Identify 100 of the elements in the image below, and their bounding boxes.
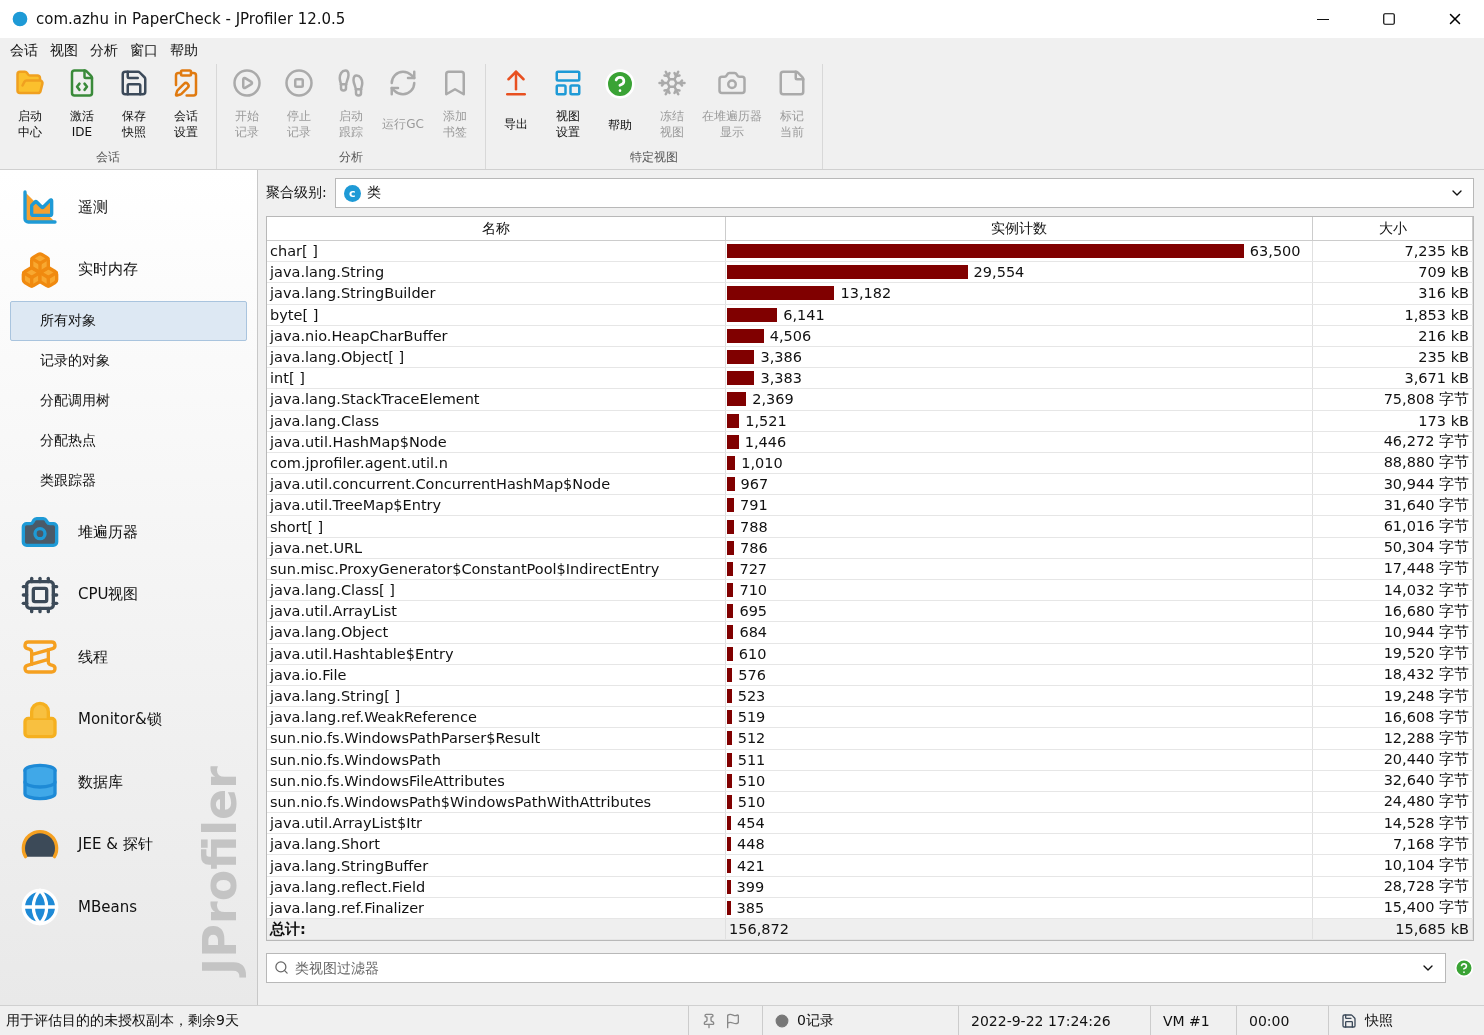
menu-item[interactable]: 视图: [44, 42, 84, 60]
toolbar-button[interactable]: 视图 设置: [542, 64, 594, 149]
menu-item[interactable]: 分析: [84, 42, 124, 60]
table-cell: java.util.TreeMap$Entry: [267, 495, 726, 516]
table-cell: 63,500: [1249, 243, 1301, 260]
table-cell: java.lang.StringBuffer: [267, 855, 726, 876]
table-cell: java.util.ArrayList$Itr: [267, 813, 726, 834]
table-cell: char[ ]: [267, 241, 726, 262]
filter-field[interactable]: 类视图过滤器: [266, 953, 1446, 984]
snapshot-label[interactable]: 快照: [1365, 1011, 1393, 1030]
table-cell: 1,446: [744, 433, 787, 450]
datetime-text: 2022-9-22 17:24:26: [971, 1012, 1111, 1029]
table-cell: 28,728 字节: [1313, 876, 1473, 897]
sidebar-subitem[interactable]: 分配调用树: [10, 381, 247, 421]
table-cell: 7,168 字节: [1313, 834, 1473, 855]
toolbar-button[interactable]: 保存 快照: [108, 64, 160, 149]
table-cell: java.lang.String[ ]: [267, 685, 726, 707]
sidebar-item[interactable]: MBeans: [10, 876, 145, 939]
aggregation-dropdown[interactable]: c 类: [334, 178, 1474, 208]
elapsed-time: 00:00: [1249, 1012, 1290, 1029]
table-cell: java.net.URL: [267, 537, 726, 558]
table-cell: int[ ]: [267, 368, 726, 389]
table-cell: 61,016 字节: [1313, 516, 1473, 537]
help-icon[interactable]: [1454, 958, 1474, 979]
table-cell: 14,032 字节: [1313, 580, 1473, 601]
sidebar-subitem[interactable]: 分配热点: [10, 421, 247, 461]
search-icon: [274, 960, 289, 976]
table-cell: 385: [736, 899, 765, 916]
toolbar-button[interactable]: 帮助: [594, 64, 646, 149]
menu-item[interactable]: 会话: [4, 42, 44, 60]
table-cell: 1,853 kB: [1313, 304, 1473, 325]
table-cell: short[ ]: [267, 516, 726, 537]
footprints-icon: [336, 68, 366, 98]
sidebar-subitem[interactable]: 记录的对象: [10, 341, 247, 381]
stop-icon: [284, 68, 314, 98]
sidebar-item[interactable]: 堆遍历器: [10, 501, 146, 564]
table-cell: 24,480 字节: [1313, 791, 1473, 813]
table-cell: 15,400 字节: [1313, 897, 1473, 918]
cubes-icon: [20, 249, 60, 290]
table-cell: 75,808 字节: [1313, 389, 1473, 410]
group-label: 特定视图: [629, 149, 679, 166]
license-message: 用于评估目的的未授权副本，剩余9天: [5, 1011, 240, 1030]
table-cell: sun.nio.fs.WindowsPath$WindowsPathWithAttributes: [267, 791, 726, 813]
aggregation-label: 聚合级别:: [266, 184, 327, 202]
table-cell: 30,944 字节: [1313, 474, 1473, 495]
table-cell: byte[ ]: [267, 304, 726, 325]
table-cell: 16,608 字节: [1313, 707, 1473, 728]
flag-icon[interactable]: [725, 1012, 741, 1029]
vm-label: VM #1: [1163, 1012, 1210, 1029]
table-cell: java.util.HashMap$Node: [267, 431, 726, 452]
table-cell: com.jprofiler.agent.util.n: [267, 452, 726, 474]
sidebar-item[interactable]: Monitor&锁: [10, 688, 170, 751]
table-cell: java.lang.StringBuilder: [267, 283, 726, 304]
table-cell: 50,304 字节: [1313, 537, 1473, 558]
table-cell: 523: [737, 688, 766, 705]
sidebar-item[interactable]: 线程: [10, 626, 116, 689]
table-cell: java.lang.Object: [267, 622, 726, 643]
toolbar-button[interactable]: 激活 IDE: [56, 64, 108, 149]
sidebar-item[interactable]: JEE & 探针: [10, 813, 161, 876]
toolbar-button[interactable]: 会话 设置: [160, 64, 212, 149]
table-cell: java.util.Hashtable$Entry: [267, 643, 726, 664]
pin-icon[interactable]: [701, 1012, 717, 1029]
table-cell: 总计:: [267, 919, 726, 940]
toolbar-button[interactable]: 导出: [490, 64, 542, 149]
table-cell: 1,010: [741, 454, 783, 471]
table-cell: sun.nio.fs.WindowsFileAttributes: [267, 770, 726, 791]
table-cell: 173 kB: [1313, 410, 1473, 431]
table-cell: 454: [737, 815, 765, 832]
column-header[interactable]: 名称: [267, 217, 726, 240]
app-logo-icon: [12, 11, 28, 27]
table-cell: java.lang.Short: [267, 834, 726, 855]
table-cell: 88,880 字节: [1313, 452, 1473, 474]
sidebar-item[interactable]: 遥测: [10, 176, 116, 239]
chip-icon: [20, 574, 60, 615]
sidebar-item[interactable]: CPU视图: [10, 563, 147, 626]
column-header[interactable]: 实例计数: [726, 217, 1313, 240]
sidebar-subitem[interactable]: 所有对象: [10, 301, 247, 341]
table-cell: 3,383: [760, 370, 802, 387]
menu-item[interactable]: 窗口: [124, 42, 164, 60]
table-cell: 4,506: [769, 327, 812, 344]
globe-icon: [20, 887, 60, 928]
database-icon: [20, 762, 60, 803]
table-cell: 786: [740, 539, 768, 556]
table-cell: java.io.File: [267, 664, 726, 685]
maximize-icon: [1382, 12, 1396, 26]
snowflake-icon: [657, 68, 687, 98]
table-cell: 14,528 字节: [1313, 813, 1473, 834]
table-cell: 7,235 kB: [1313, 241, 1473, 262]
sidebar-item[interactable]: 实时内存: [10, 238, 146, 301]
sidebar-item[interactable]: 数据库: [10, 751, 131, 814]
table-cell: 15,685 kB: [1313, 919, 1473, 940]
table-cell: java.lang.Class: [267, 410, 726, 431]
group-label: 分析: [338, 149, 364, 166]
toolbar-button[interactable]: 启动 中心: [4, 64, 56, 149]
column-header[interactable]: 大小: [1313, 217, 1473, 240]
menu-item[interactable]: 帮助: [164, 42, 204, 60]
table-cell: 788: [740, 518, 768, 535]
sidebar-subitem[interactable]: 类跟踪器: [10, 461, 247, 501]
table-cell: sun.nio.fs.WindowsPathParser$Result: [267, 728, 726, 749]
table-cell: sun.nio.fs.WindowsPath: [267, 749, 726, 770]
